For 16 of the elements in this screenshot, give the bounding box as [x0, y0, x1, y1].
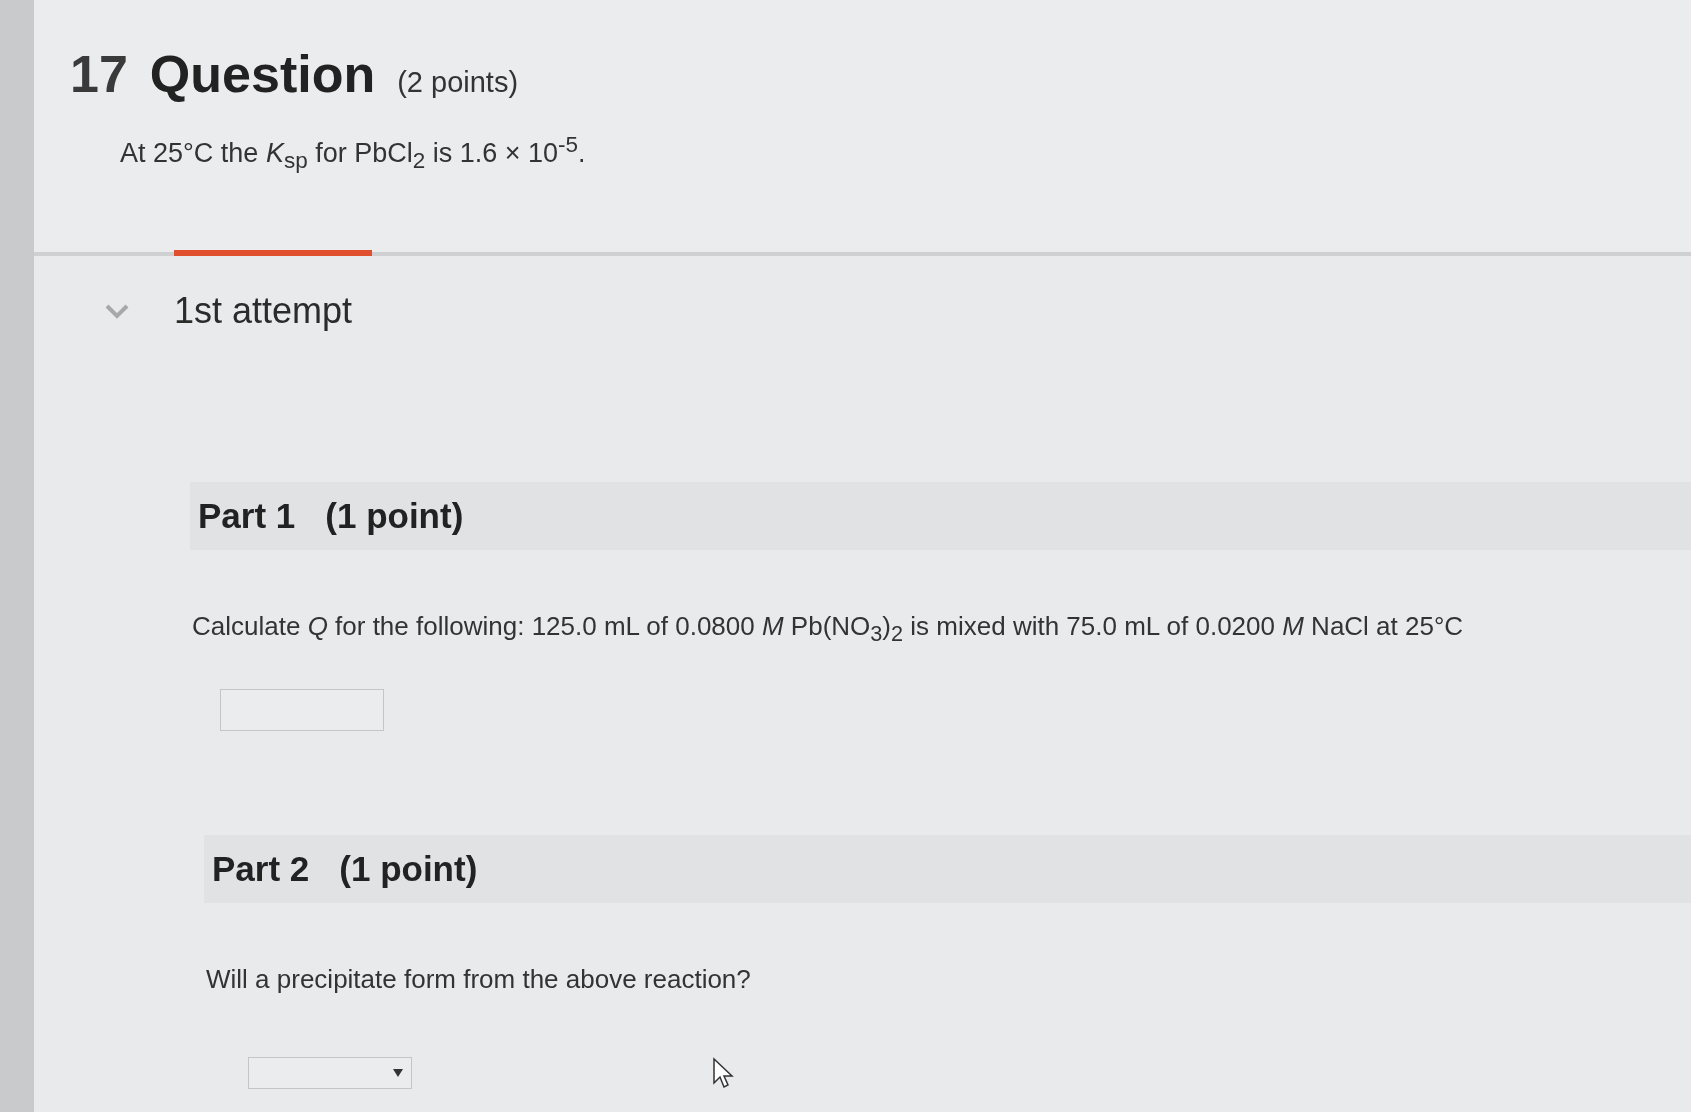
attempt-heading[interactable]: 1st attempt: [174, 290, 353, 333]
answer-dropdown[interactable]: [248, 1056, 412, 1089]
question-number: 17: [70, 44, 128, 104]
part-points: (1 point): [339, 848, 478, 889]
question-statement: At 25°C the K$_{sp}$ for PbCl$_{2}$ is 1.6 × 10$^{-5}$.: [120, 132, 587, 175]
dropdown-arrow-icon: [393, 1068, 403, 1077]
chevron-icon[interactable]: [104, 303, 130, 320]
part-prompt: Will a precipitate form from the above reaction?: [206, 962, 752, 996]
question-points: (2 points): [397, 66, 519, 99]
answer-field[interactable]: [220, 688, 384, 731]
part-title: Part 1: [198, 496, 296, 537]
mouse-pointer-icon: [712, 1056, 734, 1089]
part-points: (1 point): [325, 496, 464, 537]
part-title: Part 2: [212, 848, 310, 889]
question-title: Question: [149, 44, 376, 104]
part-prompt: Calculate Q for the following: 125.0 mL of 0.0800 M Pb(NO$_{3}$)$_{2}$ is mixed with 75.0 mL of 0.0200 M NaCl at 25°C: [192, 610, 1465, 649]
